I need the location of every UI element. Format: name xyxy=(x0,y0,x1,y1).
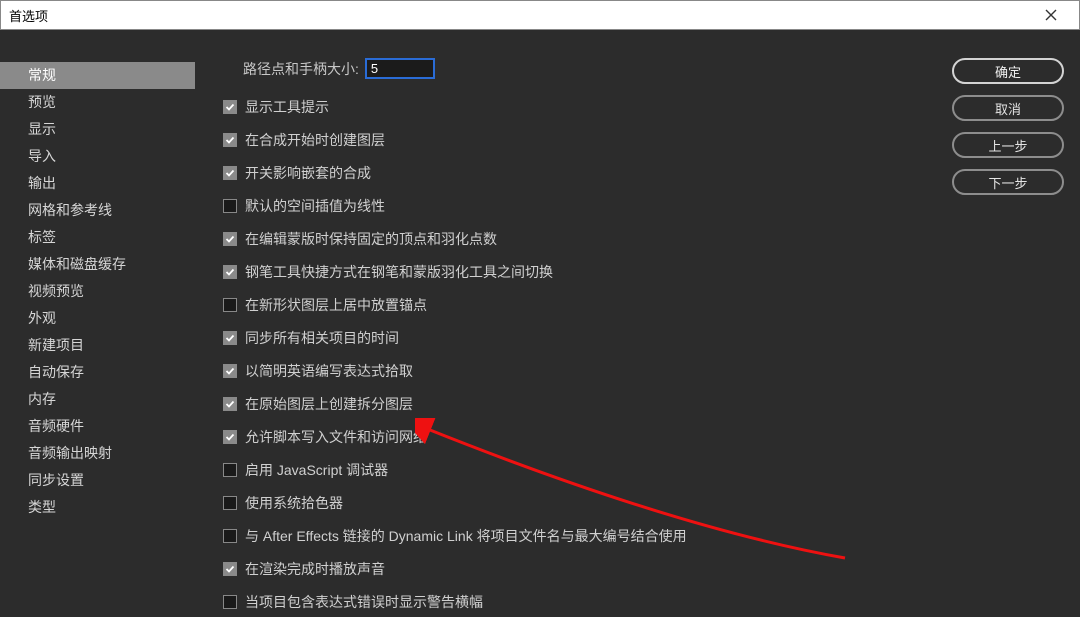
checkbox-12[interactable] xyxy=(223,496,237,510)
check-icon xyxy=(225,102,235,112)
checkbox-row-10: 允许脚本写入文件和访问网络 xyxy=(223,427,1062,447)
check-icon xyxy=(225,267,235,277)
sidebar-item-16[interactable]: 类型 xyxy=(0,494,195,521)
sidebar-item-11[interactable]: 自动保存 xyxy=(0,359,195,386)
close-icon xyxy=(1045,9,1057,21)
dialog-body: 常规预览显示导入输出网格和参考线标签媒体和磁盘缓存视频预览外观新建项目自动保存内… xyxy=(0,30,1080,617)
close-button[interactable] xyxy=(1031,1,1071,29)
checkbox-row-7: 同步所有相关项目的时间 xyxy=(223,328,1062,348)
check-icon xyxy=(225,366,235,376)
checkbox-10[interactable] xyxy=(223,430,237,444)
check-icon xyxy=(225,564,235,574)
sidebar-item-15[interactable]: 同步设置 xyxy=(0,467,195,494)
checkbox-label-14: 在渲染完成时播放声音 xyxy=(245,559,385,579)
checkbox-row-11: 启用 JavaScript 调试器 xyxy=(223,460,1062,480)
checkbox-label-11: 启用 JavaScript 调试器 xyxy=(245,460,388,480)
checkbox-3[interactable] xyxy=(223,199,237,213)
sidebar-item-0[interactable]: 常规 xyxy=(0,62,195,89)
checkbox-row-0: 显示工具提示 xyxy=(223,97,1062,117)
checkbox-label-9: 在原始图层上创建拆分图层 xyxy=(245,394,413,414)
checkbox-7[interactable] xyxy=(223,331,237,345)
checkbox-row-3: 默认的空间插值为线性 xyxy=(223,196,1062,216)
path-size-row: 路径点和手柄大小: xyxy=(243,58,1062,79)
sidebar-item-9[interactable]: 外观 xyxy=(0,305,195,332)
checkbox-row-4: 在编辑蒙版时保持固定的顶点和羽化点数 xyxy=(223,229,1062,249)
checkbox-9[interactable] xyxy=(223,397,237,411)
checkbox-label-0: 显示工具提示 xyxy=(245,97,329,117)
path-size-input[interactable] xyxy=(365,58,435,79)
checkbox-label-7: 同步所有相关项目的时间 xyxy=(245,328,399,348)
checkbox-6[interactable] xyxy=(223,298,237,312)
checkbox-13[interactable] xyxy=(223,529,237,543)
checkbox-row-5: 钢笔工具快捷方式在钢笔和蒙版羽化工具之间切换 xyxy=(223,262,1062,282)
checkbox-15[interactable] xyxy=(223,595,237,609)
checkbox-row-15: 当项目包含表达式错误时显示警告横幅 xyxy=(223,592,1062,612)
checkbox-1[interactable] xyxy=(223,133,237,147)
ok-button[interactable]: 确定 xyxy=(952,58,1064,84)
sidebar-item-13[interactable]: 音频硬件 xyxy=(0,413,195,440)
checkbox-11[interactable] xyxy=(223,463,237,477)
check-icon xyxy=(225,234,235,244)
checkbox-row-13: 与 After Effects 链接的 Dynamic Link 将项目文件名与… xyxy=(223,526,1062,546)
checkbox-4[interactable] xyxy=(223,232,237,246)
check-icon xyxy=(225,135,235,145)
checkbox-8[interactable] xyxy=(223,364,237,378)
next-button[interactable]: 下一步 xyxy=(952,169,1064,195)
check-icon xyxy=(225,399,235,409)
button-column: 确定 取消 上一步 下一步 xyxy=(952,58,1064,195)
sidebar-item-6[interactable]: 标签 xyxy=(0,224,195,251)
sidebar: 常规预览显示导入输出网格和参考线标签媒体和磁盘缓存视频预览外观新建项目自动保存内… xyxy=(0,30,195,617)
check-icon xyxy=(225,333,235,343)
titlebar: 首选项 xyxy=(0,0,1080,30)
path-size-label: 路径点和手柄大小: xyxy=(243,59,359,79)
sidebar-item-14[interactable]: 音频输出映射 xyxy=(0,440,195,467)
checkbox-row-2: 开关影响嵌套的合成 xyxy=(223,163,1062,183)
checkbox-14[interactable] xyxy=(223,562,237,576)
checkbox-label-13: 与 After Effects 链接的 Dynamic Link 将项目文件名与… xyxy=(245,526,687,546)
checkbox-row-6: 在新形状图层上居中放置锚点 xyxy=(223,295,1062,315)
prev-button[interactable]: 上一步 xyxy=(952,132,1064,158)
sidebar-item-3[interactable]: 导入 xyxy=(0,143,195,170)
sidebar-item-4[interactable]: 输出 xyxy=(0,170,195,197)
check-icon xyxy=(225,168,235,178)
checkbox-label-6: 在新形状图层上居中放置锚点 xyxy=(245,295,427,315)
checkbox-label-3: 默认的空间插值为线性 xyxy=(245,196,385,216)
checkbox-row-8: 以简明英语编写表达式拾取 xyxy=(223,361,1062,381)
checkbox-row-9: 在原始图层上创建拆分图层 xyxy=(223,394,1062,414)
checkbox-row-12: 使用系统拾色器 xyxy=(223,493,1062,513)
cancel-button[interactable]: 取消 xyxy=(952,95,1064,121)
sidebar-item-12[interactable]: 内存 xyxy=(0,386,195,413)
sidebar-item-5[interactable]: 网格和参考线 xyxy=(0,197,195,224)
checkbox-label-15: 当项目包含表达式错误时显示警告横幅 xyxy=(245,592,483,612)
checkbox-label-5: 钢笔工具快捷方式在钢笔和蒙版羽化工具之间切换 xyxy=(245,262,553,282)
checkbox-0[interactable] xyxy=(223,100,237,114)
sidebar-item-2[interactable]: 显示 xyxy=(0,116,195,143)
sidebar-item-10[interactable]: 新建项目 xyxy=(0,332,195,359)
main-panel: 路径点和手柄大小: 显示工具提示在合成开始时创建图层开关影响嵌套的合成默认的空间… xyxy=(195,30,1080,617)
checkbox-5[interactable] xyxy=(223,265,237,279)
checkbox-row-14: 在渲染完成时播放声音 xyxy=(223,559,1062,579)
check-icon xyxy=(225,432,235,442)
checkbox-label-12: 使用系统拾色器 xyxy=(245,493,343,513)
checkbox-2[interactable] xyxy=(223,166,237,180)
checkbox-label-10: 允许脚本写入文件和访问网络 xyxy=(245,427,427,447)
checkbox-label-2: 开关影响嵌套的合成 xyxy=(245,163,371,183)
sidebar-item-8[interactable]: 视频预览 xyxy=(0,278,195,305)
sidebar-item-7[interactable]: 媒体和磁盘缓存 xyxy=(0,251,195,278)
window-title: 首选项 xyxy=(9,6,1031,25)
checkbox-label-8: 以简明英语编写表达式拾取 xyxy=(245,361,413,381)
checkbox-row-1: 在合成开始时创建图层 xyxy=(223,130,1062,150)
checkbox-label-4: 在编辑蒙版时保持固定的顶点和羽化点数 xyxy=(245,229,497,249)
checkbox-label-1: 在合成开始时创建图层 xyxy=(245,130,385,150)
sidebar-item-1[interactable]: 预览 xyxy=(0,89,195,116)
